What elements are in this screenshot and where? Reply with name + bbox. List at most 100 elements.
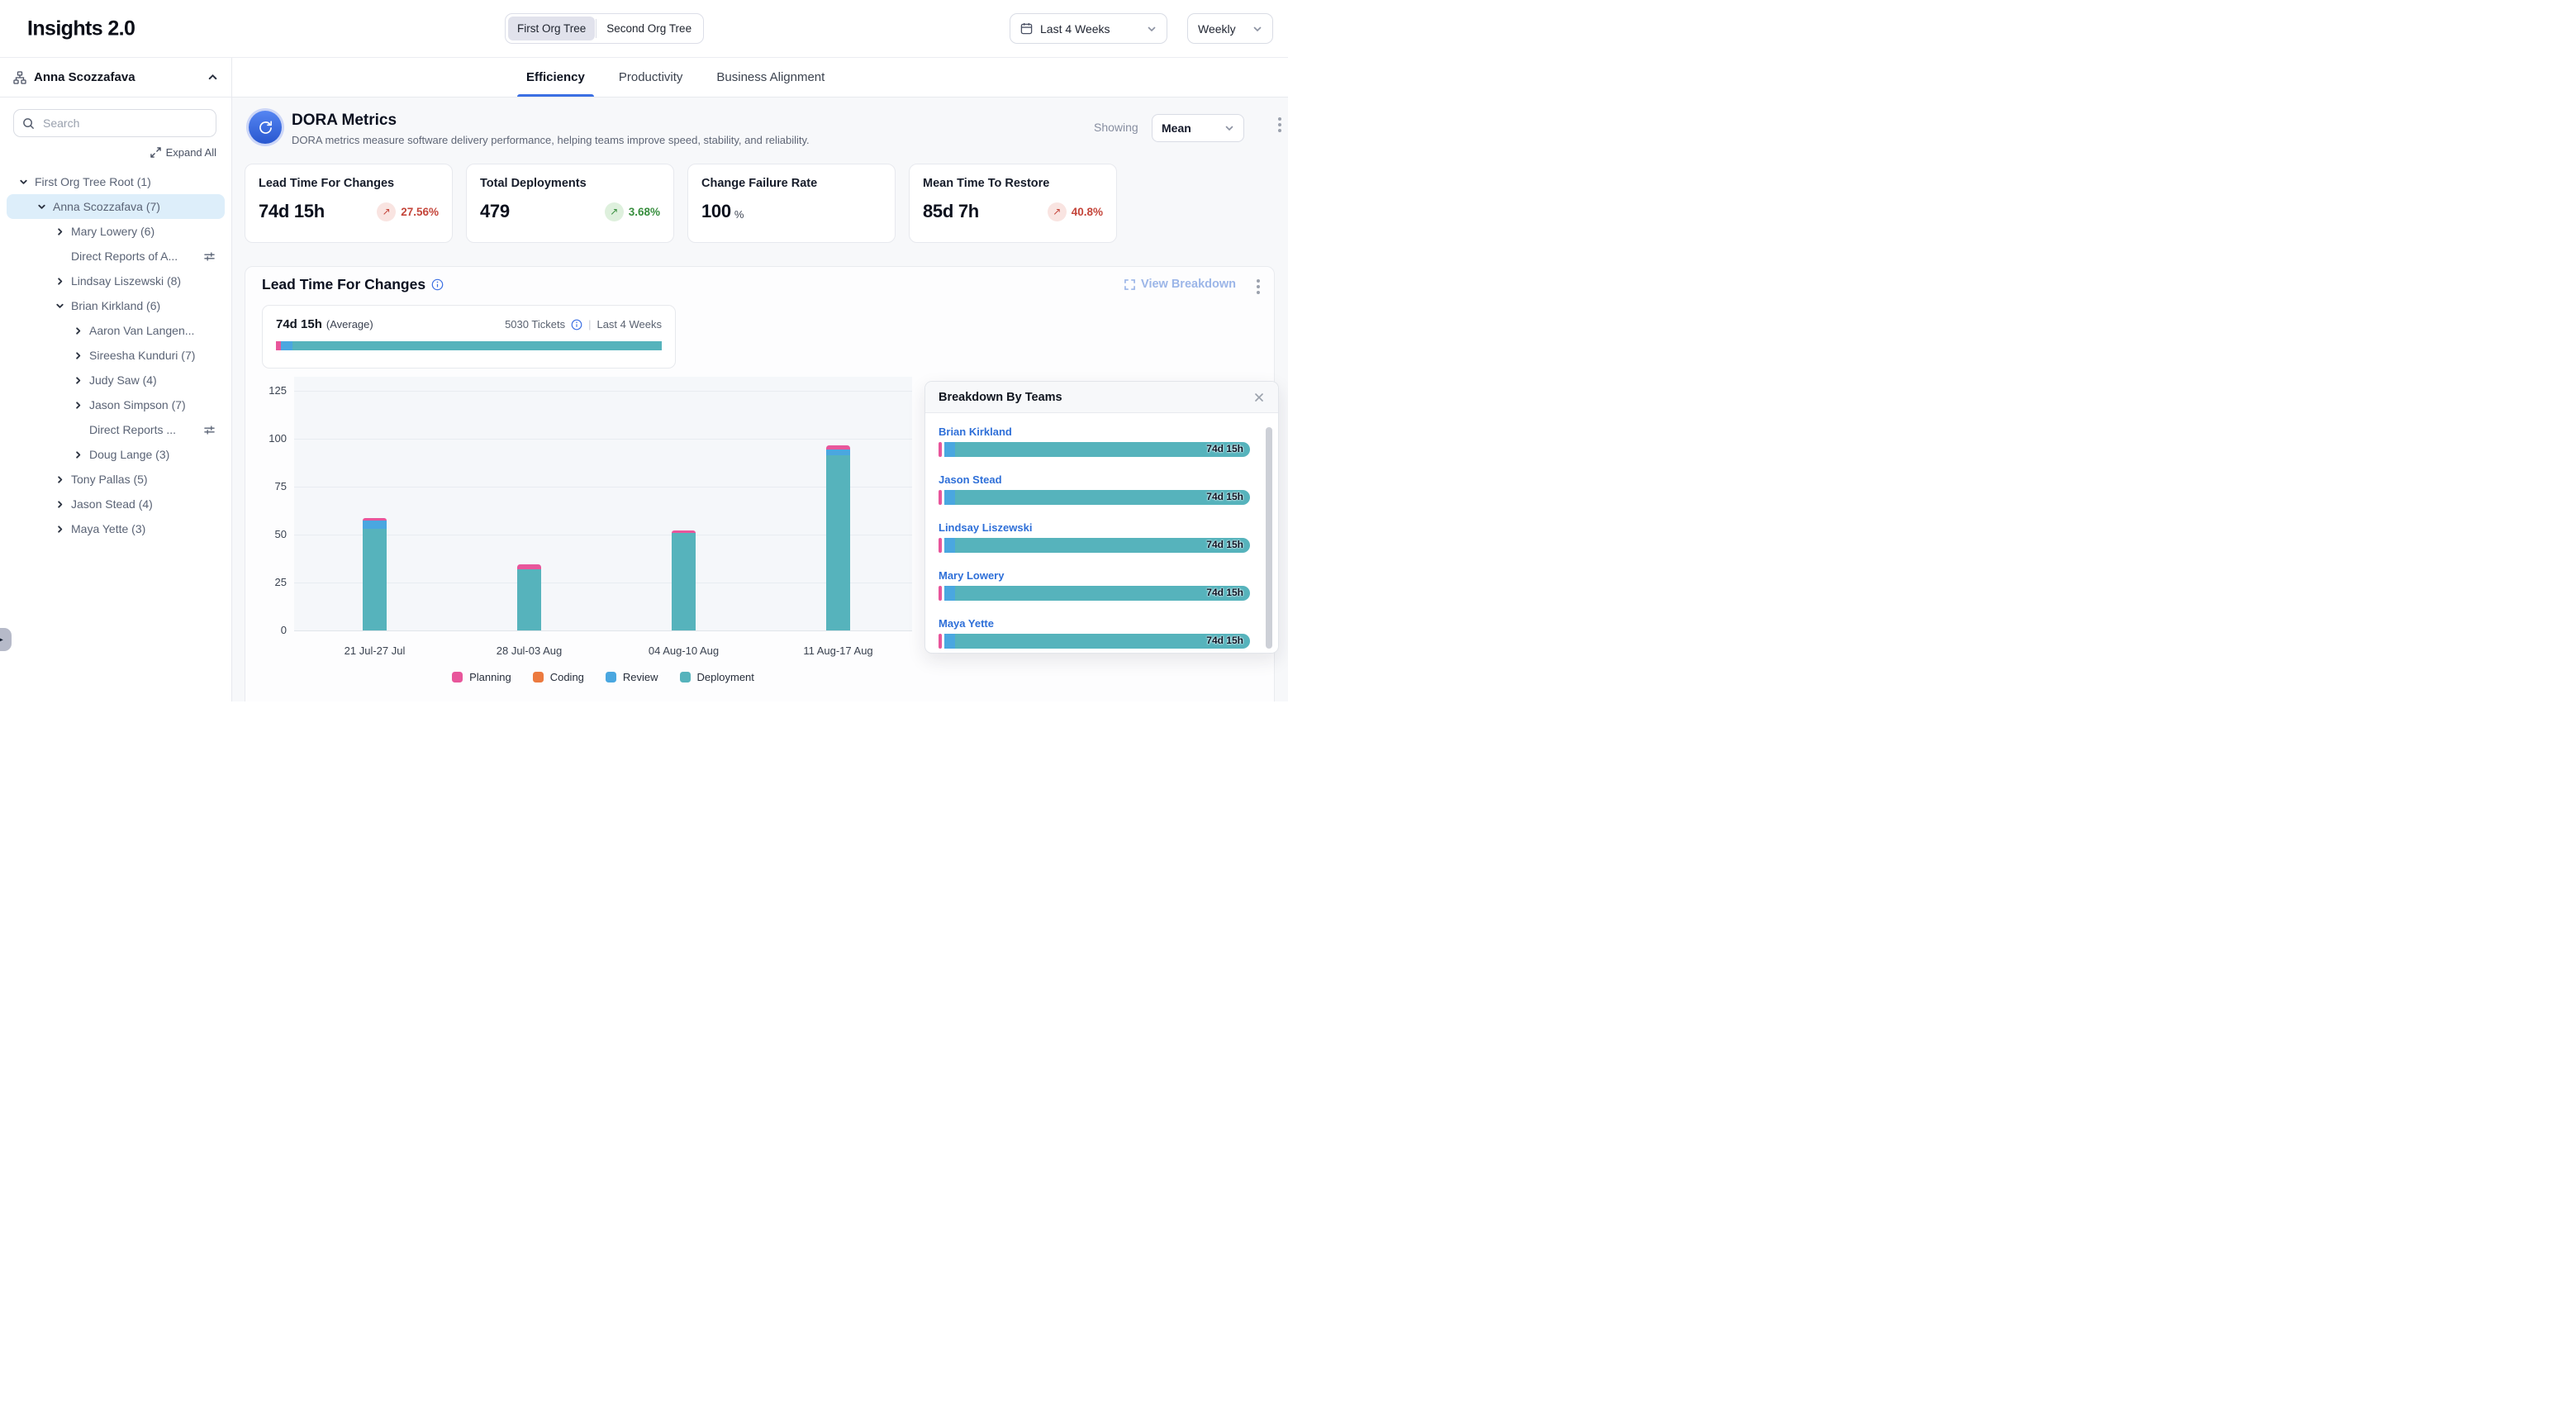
delta-badge: ↗40.8% (1048, 202, 1103, 221)
tree-item-tony-pallas-5[interactable]: Tony Pallas (5) (7, 467, 225, 492)
info-icon[interactable] (431, 278, 444, 291)
chevron-right-icon[interactable] (53, 225, 66, 238)
breakdown-row-mary-lowery: Mary Lowery 74d 15h (939, 569, 1250, 601)
breakdown-panel: Breakdown By Teams Brian Kirkland74d 15h… (924, 381, 1279, 654)
tree-item-jason-stead-4[interactable]: Jason Stead (4) (7, 492, 225, 516)
tree-item-brian-kirkland-6[interactable]: Brian Kirkland (6) (7, 293, 225, 318)
chevron-down-icon[interactable] (17, 175, 30, 188)
search-input[interactable] (41, 116, 207, 131)
tree-item-jason-simpson-7[interactable]: Jason Simpson (7) (7, 392, 225, 417)
legend-item-review[interactable]: Review (606, 671, 658, 683)
average-suffix: (Average) (326, 318, 373, 331)
tree-item-judy-saw-4[interactable]: Judy Saw (4) (7, 368, 225, 392)
filter-settings-icon[interactable] (204, 251, 215, 262)
breakdown-team-link[interactable]: Maya Yette (939, 617, 1250, 630)
dora-description: DORA metrics measure software delivery p… (292, 134, 810, 146)
breakdown-team-link[interactable]: Lindsay Liszewski (939, 521, 1250, 534)
tree-item-label: Sireesha Kunduri (7) (89, 349, 195, 362)
bar-segment-deployment (672, 533, 696, 630)
filter-settings-icon[interactable] (204, 425, 215, 435)
legend-item-planning[interactable]: Planning (452, 671, 511, 683)
dora-menu-kebab-icon[interactable] (1276, 115, 1284, 135)
delta-value: 3.68% (629, 206, 660, 218)
scrollbar-thumb[interactable] (1266, 427, 1272, 649)
chevron-up-icon[interactable] (207, 72, 218, 83)
tree-item-maya-yette-3[interactable]: Maya Yette (3) (7, 516, 225, 541)
sidebar-collapse-handle[interactable]: ▶ (0, 628, 12, 651)
toggle-first-org-tree[interactable]: First Org Tree (508, 17, 595, 40)
info-icon[interactable] (571, 319, 582, 331)
chevron-down-icon (1252, 24, 1262, 34)
tree-item-lindsay-liszewski-8[interactable]: Lindsay Liszewski (8) (7, 269, 225, 293)
showing-label: Showing (1094, 121, 1138, 134)
sidebar: Anna Scozzafava Expand All First Org Tre… (0, 58, 232, 702)
chevron-right-icon[interactable] (53, 274, 66, 288)
breakdown-team-link[interactable]: Mary Lowery (939, 569, 1250, 582)
tickets-count: 5030 Tickets (505, 318, 565, 331)
chevron-right-icon[interactable] (53, 473, 66, 486)
tree-item-direct-reports-of-a[interactable]: Direct Reports of A... (7, 244, 225, 269)
legend-swatch (452, 672, 463, 682)
chart-plot-area (294, 377, 912, 631)
chevron-right-icon[interactable] (53, 522, 66, 535)
legend-label: Deployment (697, 671, 754, 683)
chevron-right-icon[interactable] (71, 349, 84, 362)
tab-efficiency[interactable]: Efficiency (525, 58, 587, 97)
average-value: 74d 15h (276, 317, 322, 331)
lead-time-section: Lead Time For Changes View Breakdown 74d… (245, 266, 1275, 702)
metric-card-value: 479 (480, 201, 510, 222)
sidebar-header: Anna Scozzafava (0, 58, 231, 97)
stacked-bar-11-aug-17-aug[interactable] (826, 445, 850, 630)
tree-item-mary-lowery-6[interactable]: Mary Lowery (6) (7, 219, 225, 244)
tab-productivity[interactable]: Productivity (617, 58, 685, 97)
tree-item-label: Jason Stead (4) (71, 497, 153, 511)
chevron-right-icon[interactable] (71, 324, 84, 337)
breakdown-team-link[interactable]: Brian Kirkland (939, 426, 1250, 438)
legend-item-deployment[interactable]: Deployment (680, 671, 754, 683)
tree-item-label: Doug Lange (3) (89, 448, 169, 461)
tree-item-first-org-tree-root-1[interactable]: First Org Tree Root (1) (7, 169, 225, 194)
date-range-dropdown[interactable]: Last 4 Weeks (1010, 13, 1167, 44)
tree-item-doug-lange-3[interactable]: Doug Lange (3) (7, 442, 225, 467)
chevron-right-icon[interactable] (71, 398, 84, 411)
metric-card-value: 100 (701, 201, 731, 222)
bar-segment-planning (517, 564, 541, 569)
lead-time-title: Lead Time For Changes (262, 276, 425, 293)
close-icon[interactable] (1253, 392, 1265, 403)
lead-time-menu-kebab-icon[interactable] (1254, 277, 1262, 297)
delta-value: 27.56% (401, 206, 439, 218)
stacked-bar-28-jul-03-aug[interactable] (517, 564, 541, 630)
view-breakdown-button[interactable]: View Breakdown (1124, 278, 1236, 291)
chevron-right-icon[interactable] (71, 373, 84, 387)
chevron-down-icon[interactable] (35, 200, 48, 213)
gridline (294, 439, 912, 440)
legend-swatch (533, 672, 544, 682)
y-axis-tick-label: 50 (245, 527, 287, 542)
tree-item-direct-reports[interactable]: Direct Reports ... (7, 417, 225, 442)
breakdown-value: 74d 15h (1206, 443, 1243, 454)
tree-item-label: Mary Lowery (6) (71, 225, 154, 238)
tab-business-alignment[interactable]: Business Alignment (715, 58, 826, 97)
toggle-second-org-tree[interactable]: Second Org Tree (597, 17, 701, 40)
delta-value: 40.8% (1072, 206, 1103, 218)
stacked-bar-04-aug-10-aug[interactable] (672, 530, 696, 630)
breakdown-team-link[interactable]: Jason Stead (939, 473, 1250, 486)
expand-all-button[interactable]: Expand All (150, 146, 216, 159)
breakdown-body: Brian Kirkland 74d 15h Jason Stead 74d 15h L… (925, 413, 1278, 653)
showing-dropdown[interactable]: Mean (1152, 114, 1244, 142)
tree-item-sireesha-kunduri-7[interactable]: Sireesha Kunduri (7) (7, 343, 225, 368)
stacked-bar-21-jul-27-jul[interactable] (363, 518, 387, 630)
breakdown-bar: 74d 15h (939, 490, 1250, 505)
legend-label: Coding (550, 671, 584, 683)
chevron-down-icon[interactable] (53, 299, 66, 312)
chevron-right-icon[interactable] (71, 448, 84, 461)
chevron-right-icon[interactable] (53, 497, 66, 511)
app-root: Insights 2.0 First Org Tree Second Org T… (0, 0, 1288, 702)
y-axis-tick-label: 25 (245, 575, 287, 590)
legend-label: Planning (469, 671, 511, 683)
tree-item-anna-scozzafava-7[interactable]: Anna Scozzafava (7) (7, 194, 225, 219)
granularity-dropdown[interactable]: Weekly (1187, 13, 1273, 44)
legend-item-coding[interactable]: Coding (533, 671, 584, 683)
tree-item-aaron-van-langen[interactable]: Aaron Van Langen... (7, 318, 225, 343)
breakdown-bar: 74d 15h (939, 586, 1250, 601)
